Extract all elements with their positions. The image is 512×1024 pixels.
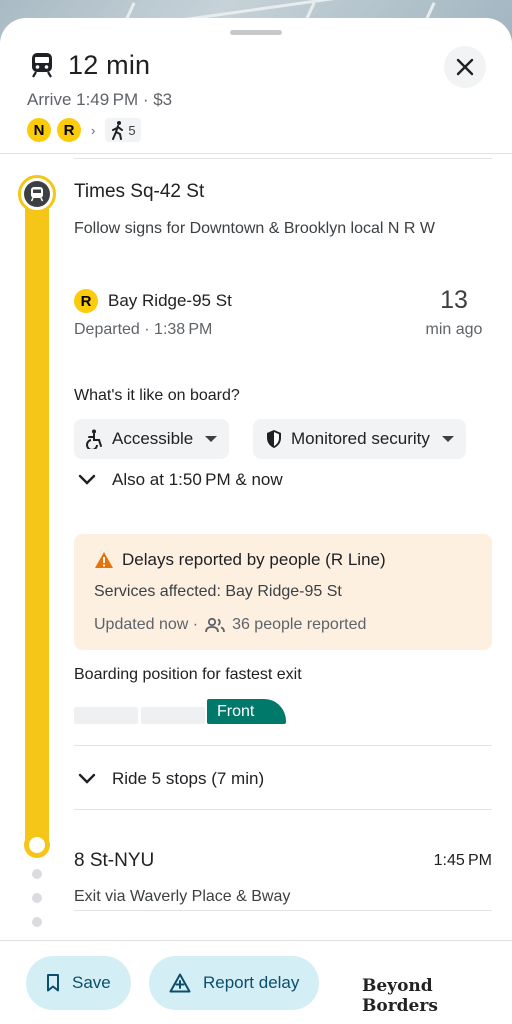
ride-stops-label: Ride 5 stops (7 min) [112, 769, 265, 788]
minutes-ago-label: min ago [425, 321, 483, 338]
train-destination: R Bay Ridge-95 St [74, 289, 232, 313]
walk-minutes: 5 [128, 122, 136, 138]
alert-updated-text: Updated now · [94, 616, 199, 633]
alert-title: Delays reported by people (R Line) [94, 550, 386, 570]
delay-alert-card[interactable]: Delays reported by people (R Line) Servi… [74, 534, 492, 650]
shield-icon [267, 430, 281, 448]
line-badge-r: R [74, 289, 98, 313]
walk-dot [32, 869, 42, 879]
alert-updated: Updated now · 36 people reported [94, 616, 366, 634]
trip-duration: 12 min [68, 50, 151, 80]
route-line-summary: N R › 5 [27, 118, 141, 142]
warning-icon [95, 552, 113, 568]
departure-time: Departed · 1:38 PM [74, 321, 213, 338]
divider [74, 809, 492, 810]
boarding-stop-name[interactable]: Times Sq-42 St [74, 181, 204, 203]
report-delay-label: Report delay [203, 973, 300, 992]
trip-summary-header: 12 min Arrive 1:49 PM · $3 N R › 5 [0, 18, 512, 154]
caret-down-icon [441, 436, 454, 442]
divider [74, 745, 492, 746]
chevron-right-icon: › [91, 122, 96, 138]
line-badge-r: R [57, 118, 81, 142]
divider [74, 910, 492, 911]
onboard-question: What's it like on board? [74, 387, 240, 404]
security-chip[interactable]: Monitored security [253, 419, 466, 459]
accessible-chip[interactable]: Accessible [74, 419, 230, 459]
train-icon [32, 53, 52, 78]
alert-title-text: Delays reported by people (R Line) [122, 550, 386, 569]
destination-node [24, 832, 50, 858]
train-car-front: Front [207, 699, 286, 724]
accessible-chip-label: Accessible [112, 429, 194, 448]
chevron-down-icon [78, 474, 96, 485]
warning-add-icon [169, 973, 191, 993]
arrival-summary: Arrive 1:49 PM · $3 [27, 90, 173, 109]
walk-icon [112, 121, 124, 140]
front-label: Front [217, 702, 255, 720]
train-car [141, 707, 205, 724]
also-at-label: Also at 1:50 PM & now [112, 470, 283, 489]
train-car [74, 707, 138, 724]
people-icon [205, 617, 225, 633]
alert-services: Services affected: Bay Ridge-95 St [94, 583, 342, 600]
alert-reported-count: 36 people reported [232, 616, 367, 633]
train-destination-name: Bay Ridge-95 St [108, 291, 232, 310]
close-button[interactable] [444, 46, 486, 88]
security-chip-label: Monitored security [291, 429, 430, 448]
accessible-icon [86, 429, 102, 449]
also-at-expander[interactable]: Also at 1:50 PM & now [78, 468, 283, 492]
divider [74, 158, 492, 159]
chevron-down-icon [78, 773, 96, 784]
destination-arrival-time: 1:45 PM [433, 852, 492, 869]
watermark: Beyond Borders [362, 976, 438, 1016]
report-delay-button[interactable]: Report delay [149, 956, 320, 1010]
caret-down-icon [205, 436, 218, 442]
walk-dot [32, 917, 42, 927]
minutes-ago-value: 13 [440, 286, 468, 314]
walk-chip: 5 [105, 118, 141, 142]
save-button[interactable]: Save [26, 956, 131, 1010]
train-icon [30, 186, 44, 201]
walk-dot [32, 893, 42, 903]
boarding-node [18, 175, 56, 213]
save-button-label: Save [72, 973, 111, 992]
line-badge-n: N [27, 118, 51, 142]
direction-instructions: Follow signs for Downtown & Brooklyn loc… [74, 220, 436, 237]
close-icon [456, 58, 474, 76]
exit-instructions: Exit via Waverly Place & Bway [74, 888, 291, 905]
ride-stops-expander[interactable]: Ride 5 stops (7 min) [78, 767, 264, 791]
destination-stop-name[interactable]: 8 St-NYU [74, 850, 154, 872]
directions-sheet: 12 min Arrive 1:49 PM · $3 N R › 5 Times… [0, 18, 512, 1024]
boarding-position-label: Boarding position for fastest exit [74, 666, 302, 683]
route-line [25, 190, 49, 850]
bookmark-icon [47, 974, 59, 992]
